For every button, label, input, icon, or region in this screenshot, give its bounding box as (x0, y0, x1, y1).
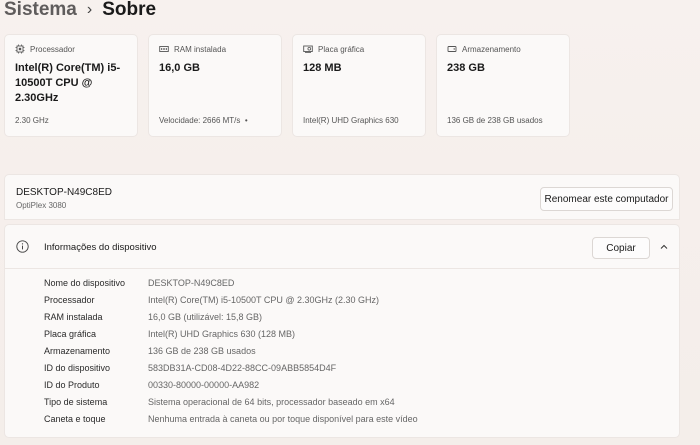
spec-card-title: Processador (30, 44, 75, 54)
breadcrumb: Sistema › Sobre (4, 0, 156, 23)
spec-row-graphics: Placa gráfica Intel(R) UHD Graphics 630 … (5, 326, 679, 343)
spec-label: Placa gráfica (44, 329, 97, 339)
spec-row-system-type: Tipo de sistema Sistema operacional de 6… (5, 394, 679, 411)
spec-label: Armazenamento (44, 346, 111, 356)
chevron-right-icon: › (86, 1, 93, 18)
rename-pc-button[interactable]: Renomear este computador (540, 187, 673, 211)
device-model: OptiPlex 3080 (16, 201, 67, 210)
spec-card-ram: RAM instalada 16,0 GB Velocidade: 2666 M… (148, 34, 282, 137)
spec-value: DESKTOP-N49C8ED (148, 278, 235, 288)
spec-value: 583DB31A-CD08-4D22-88CC-09ABB5854D4F (148, 363, 337, 373)
spec-row-device-name: Nome do dispositivo DESKTOP-N49C8ED (5, 275, 679, 292)
spec-card-graphics: Placa gráfica 128 MB Intel(R) UHD Graphi… (292, 34, 426, 137)
device-name-section: DESKTOP-N49C8ED OptiPlex 3080 Renomear e… (4, 174, 680, 220)
spec-card-title: RAM instalada (174, 44, 227, 54)
spec-label: Tipo de sistema (44, 397, 108, 407)
spec-card-processor: Processador Intel(R) Core(TM) i5-10500T … (4, 34, 138, 137)
spec-row-device-id: ID do dispositivo 583DB31A-CD08-4D22-88C… (5, 360, 679, 377)
spec-label: ID do Produto (44, 380, 100, 390)
device-info-header[interactable]: Informações do dispositivo Copiar (5, 225, 679, 269)
spec-card-footer: Intel(R) UHD Graphics 630 (303, 116, 399, 125)
spec-row-product-id: ID do Produto 00330-80000-00000-AA982 (5, 377, 679, 394)
spec-row-storage: Armazenamento 136 GB de 238 GB usados (5, 343, 679, 360)
copy-button[interactable]: Copiar (592, 237, 650, 259)
spec-card-title: Armazenamento (462, 44, 521, 54)
spec-label: ID do dispositivo (44, 363, 111, 373)
spec-value: 136 GB de 238 GB usados (148, 346, 256, 356)
ram-icon (159, 46, 169, 52)
spec-label: RAM instalada (44, 312, 103, 322)
ram-speed-text: Velocidade: 2666 MT/s (159, 116, 241, 125)
spec-row-processor: Processador Intel(R) Core(TM) i5-10500T … (5, 292, 679, 309)
page-title: Sobre (102, 0, 157, 20)
device-info-panel: Informações do dispositivo Copiar Nome d… (4, 224, 680, 438)
processor-icon (15, 44, 25, 54)
spec-card-storage: Armazenamento 238 GB 136 GB de 238 GB us… (436, 34, 570, 137)
spec-label: Processador (44, 295, 95, 305)
chevron-up-icon[interactable] (659, 242, 669, 252)
storage-icon (447, 46, 457, 52)
spec-row-pen-touch: Caneta e toque Nenhuma entrada à caneta … (5, 411, 679, 428)
device-info-title: Informações do dispositivo (44, 242, 157, 253)
spec-label: Caneta e toque (44, 414, 106, 424)
spec-card-title: Placa gráfica (318, 44, 365, 54)
spec-value: 16,0 GB (utilizável: 15,8 GB) (148, 312, 263, 322)
spec-value: Intel(R) UHD Graphics 630 (128 MB) (148, 329, 296, 339)
spec-value: Sistema operacional de 64 bits, processa… (148, 397, 395, 407)
spec-card-value: 16,0 GB (159, 62, 200, 74)
spec-value: Nenhuma entrada à caneta ou por toque di… (148, 414, 418, 424)
spec-row-ram: RAM instalada 16,0 GB (utilizável: 15,8 … (5, 309, 679, 326)
spec-card-value: 128 MB (303, 62, 342, 74)
spec-card-footer: 2.30 GHz (15, 116, 49, 125)
spec-card-footer: Velocidade: 2666 MT/s • (159, 116, 248, 125)
spec-card-value: Intel(R) Core(TM) i5-10500T CPU @ 2.30GH… (15, 62, 121, 104)
more-info-bullet: • (244, 116, 248, 125)
breadcrumb-parent-sistema[interactable]: Sistema (4, 0, 77, 21)
info-icon (16, 240, 29, 253)
spec-label: Nome do dispositivo (44, 278, 126, 288)
spec-card-value: 238 GB (447, 62, 485, 74)
spec-value: 00330-80000-00000-AA982 (148, 380, 260, 390)
spec-card-footer: 136 GB de 238 GB usados (447, 116, 543, 125)
graphics-card-icon (303, 45, 313, 53)
spec-value: Intel(R) Core(TM) i5-10500T CPU @ 2.30GH… (148, 295, 380, 305)
device-name: DESKTOP-N49C8ED (16, 187, 112, 198)
